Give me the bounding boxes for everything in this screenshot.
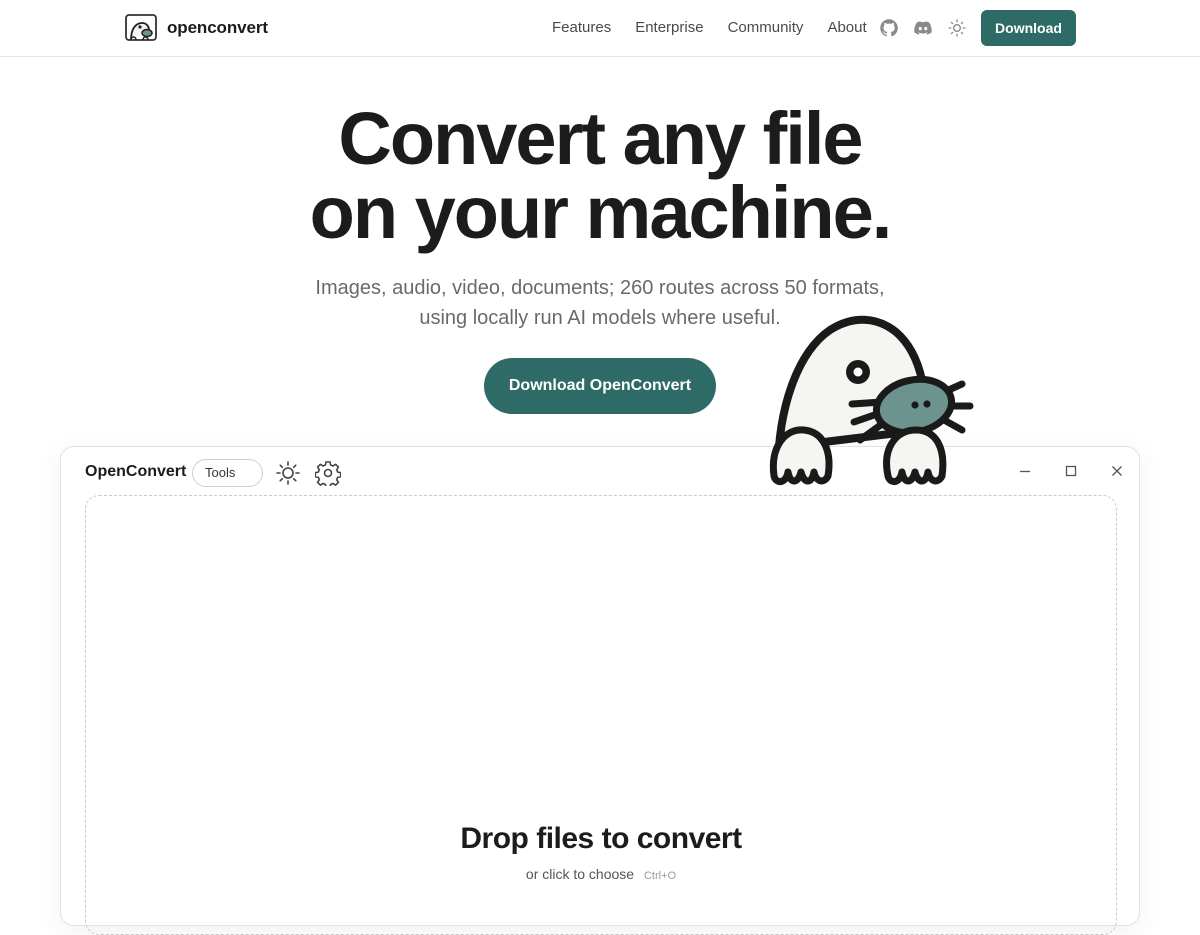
- minimize-icon[interactable]: [1018, 464, 1032, 478]
- maximize-icon[interactable]: [1064, 464, 1078, 478]
- dropzone-hint: or click to choose Ctrl+O: [86, 866, 1116, 882]
- nav-link-enterprise[interactable]: Enterprise: [635, 18, 703, 38]
- nav-links: Features Enterprise Community About: [552, 18, 891, 38]
- brand[interactable]: openconvert: [125, 13, 268, 43]
- theme-sun-icon[interactable]: [947, 18, 967, 38]
- dropzone-hint-text: or click to choose: [525, 866, 635, 882]
- tools-button[interactable]: Tools: [192, 459, 263, 487]
- app-window-preview: OpenConvert Tools Drop files to convert …: [60, 446, 1140, 935]
- top-nav: openconvert Features Enterprise Communit…: [0, 0, 1200, 57]
- hero-subtitle-line-2: using locally run AI models where useful…: [419, 307, 781, 329]
- hero-title-line-1: Convert any file: [338, 97, 863, 180]
- nav-link-features[interactable]: Features: [552, 18, 611, 38]
- settings-gear-icon[interactable]: [315, 460, 341, 486]
- nav-link-about[interactable]: About: [827, 18, 866, 38]
- openconvert-logo-icon: [125, 14, 157, 41]
- close-icon[interactable]: [1110, 464, 1124, 478]
- brand-name: openconvert: [167, 18, 268, 37]
- nav-link-community[interactable]: Community: [728, 18, 804, 38]
- app-title: OpenConvert: [85, 463, 187, 480]
- dropzone-title: Drop files to convert: [460, 822, 742, 855]
- discord-icon[interactable]: [913, 18, 933, 38]
- keyboard-shortcut: Ctrl+O: [643, 870, 677, 882]
- download-openconvert-button[interactable]: Download OpenConvert: [484, 358, 716, 414]
- hero-subtitle-line-1: Images, audio, video, documents; 260 rou…: [315, 277, 885, 299]
- nav-download-button[interactable]: Download: [981, 10, 1076, 46]
- sun-icon[interactable]: [275, 460, 301, 486]
- file-dropzone[interactable]: Drop files to convert or click to choose…: [85, 495, 1117, 935]
- mole-mascot-icon: [769, 315, 974, 485]
- hero-title-line-2: on your machine.: [309, 171, 893, 254]
- hero-title: Convert any file on your machine.: [0, 102, 1200, 250]
- github-icon[interactable]: [879, 18, 899, 38]
- hero-subtitle: Images, audio, video, documents; 260 rou…: [0, 273, 1200, 333]
